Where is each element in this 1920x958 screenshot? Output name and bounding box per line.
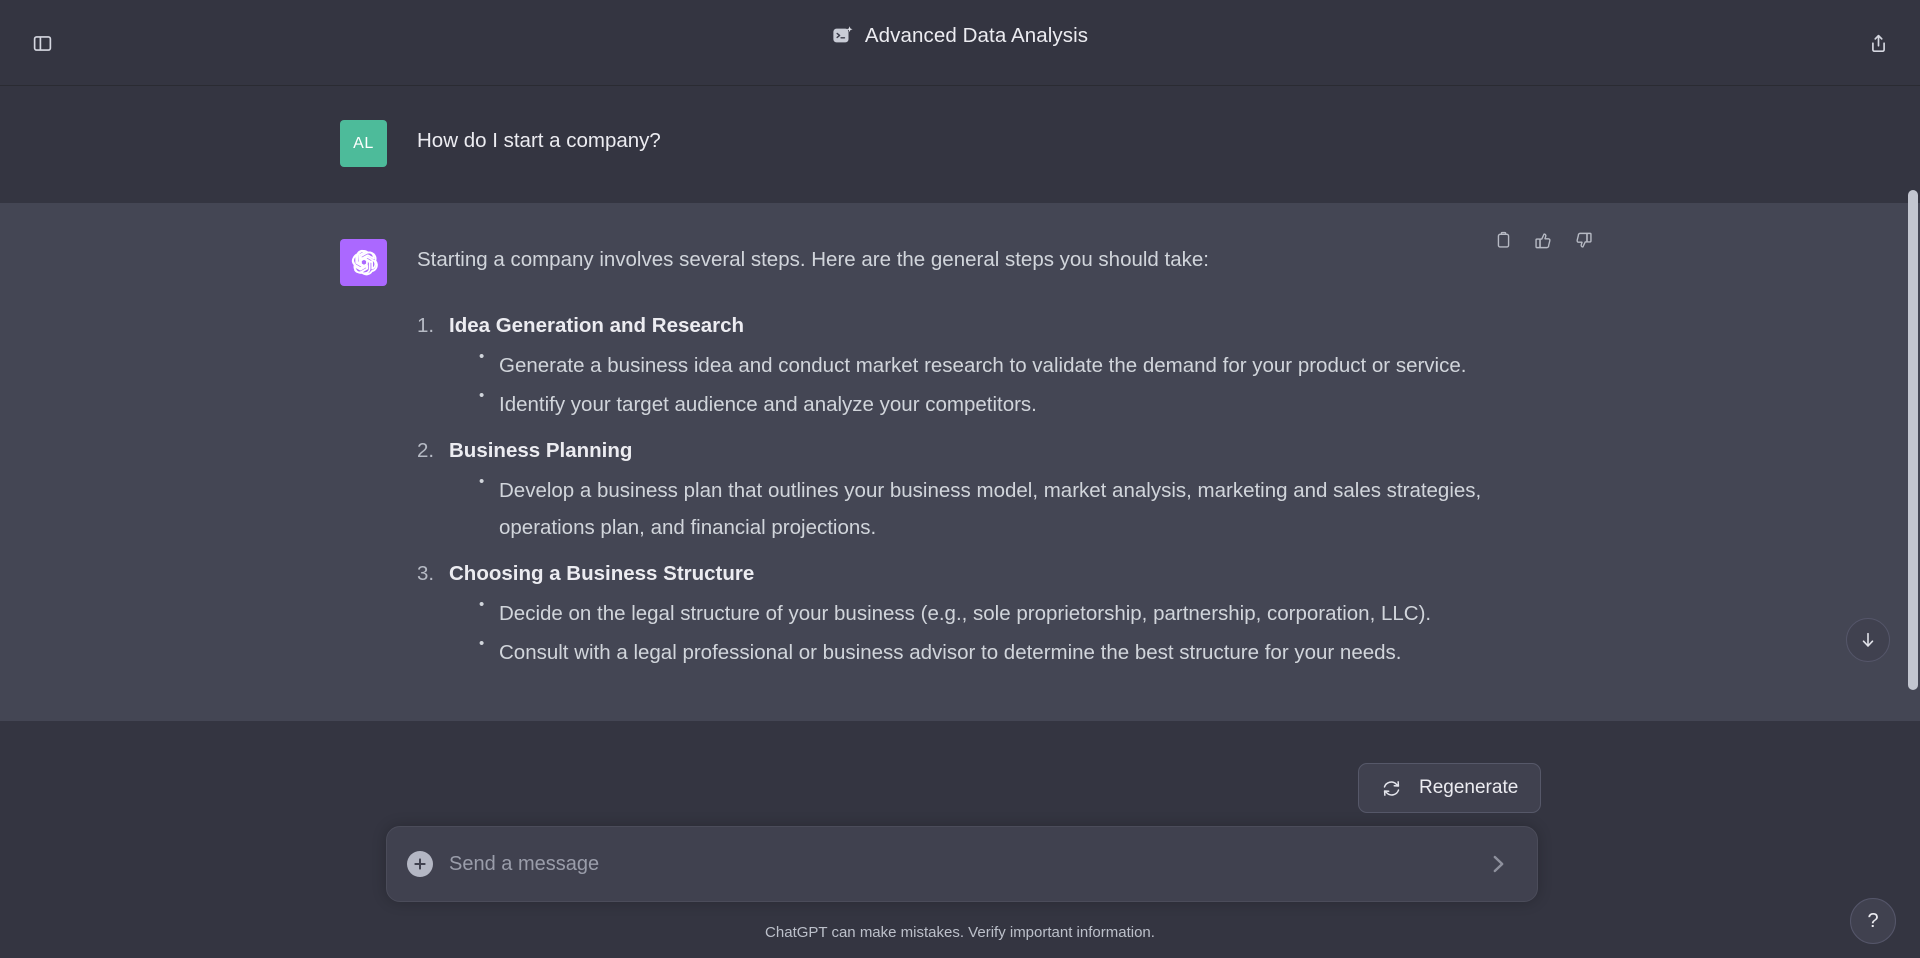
refresh-icon [1383,780,1400,796]
copy-button[interactable] [1488,225,1518,255]
thumbs-down-icon [1575,232,1592,248]
send-button[interactable] [1483,849,1513,879]
openai-logo-icon [351,249,378,275]
scrollbar-thumb[interactable] [1908,190,1918,690]
regenerate-label: Regenerate [1419,777,1519,798]
arrow-down-icon [1862,632,1874,647]
step-bullets: Decide on the legal structure of your bu… [417,592,1580,671]
avatar-initials: AL [353,134,374,152]
avatar-user: AL [340,120,387,167]
step-title: Choosing a Business Structure [417,556,755,592]
terminal-sparkle-icon [832,25,854,47]
list-item: Generate a business idea and conduct mar… [479,344,1580,384]
thumbs-up-icon [1534,232,1551,248]
avatar-assistant [340,239,387,286]
regenerate-button[interactable]: Regenerate [1358,763,1542,813]
attach-button[interactable] [407,851,433,877]
message-input[interactable] [449,852,1483,876]
list-item: Consult with a legal professional or bus… [479,630,1580,671]
page-title: Advanced Data Analysis [0,24,1920,48]
list-item: Idea Generation and Research Generate a … [417,308,1580,423]
step-title: Business Planning [417,433,633,469]
footer-disclaimer: ChatGPT can make mistakes. Verify import… [765,924,1155,941]
chatgpt-app: Advanced Data Analysis AL How do I start… [0,0,1920,958]
plus-circle-icon [414,858,426,870]
app-header: Advanced Data Analysis [0,0,1920,86]
message-composer[interactable] [386,826,1538,902]
assistant-intro-text: Starting a company involves several step… [417,248,1209,271]
list-item: Decide on the legal structure of your bu… [479,592,1580,632]
list-item: Business Planning Develop a business pla… [417,433,1580,546]
step-bullets: Develop a business plan that outlines yo… [417,469,1580,546]
step-title: Idea Generation and Research [417,308,745,344]
list-item: Identify your target audience and analyz… [479,383,1580,423]
share-button[interactable] [1858,23,1898,63]
user-message-text: How do I start a company? [417,129,661,152]
send-arrow-icon [1493,855,1504,873]
thumbs-down-button[interactable] [1568,225,1598,255]
share-upload-icon [1871,34,1885,52]
help-button[interactable]: ? [1850,898,1896,944]
scroll-to-bottom-button[interactable] [1846,618,1890,662]
help-label: ? [1867,909,1879,932]
steps-list: Idea Generation and Research Generate a … [417,308,1580,671]
list-item: Develop a business plan that outlines yo… [479,469,1580,546]
message-user: AL How do I start a company? [0,86,1920,203]
list-item: Choosing a Business Structure Decide on … [417,556,1580,671]
message-actions [1488,225,1598,255]
composer-area: Regenerate ChatGPT can make mistakes. Ve… [0,763,1920,958]
clipboard-icon [1497,231,1509,248]
thumbs-up-button[interactable] [1528,225,1558,255]
page-title-text: Advanced Data Analysis [864,24,1089,47]
message-assistant: Starting a company involves several step… [0,203,1920,722]
step-bullets: Generate a business idea and conduct mar… [417,344,1580,423]
